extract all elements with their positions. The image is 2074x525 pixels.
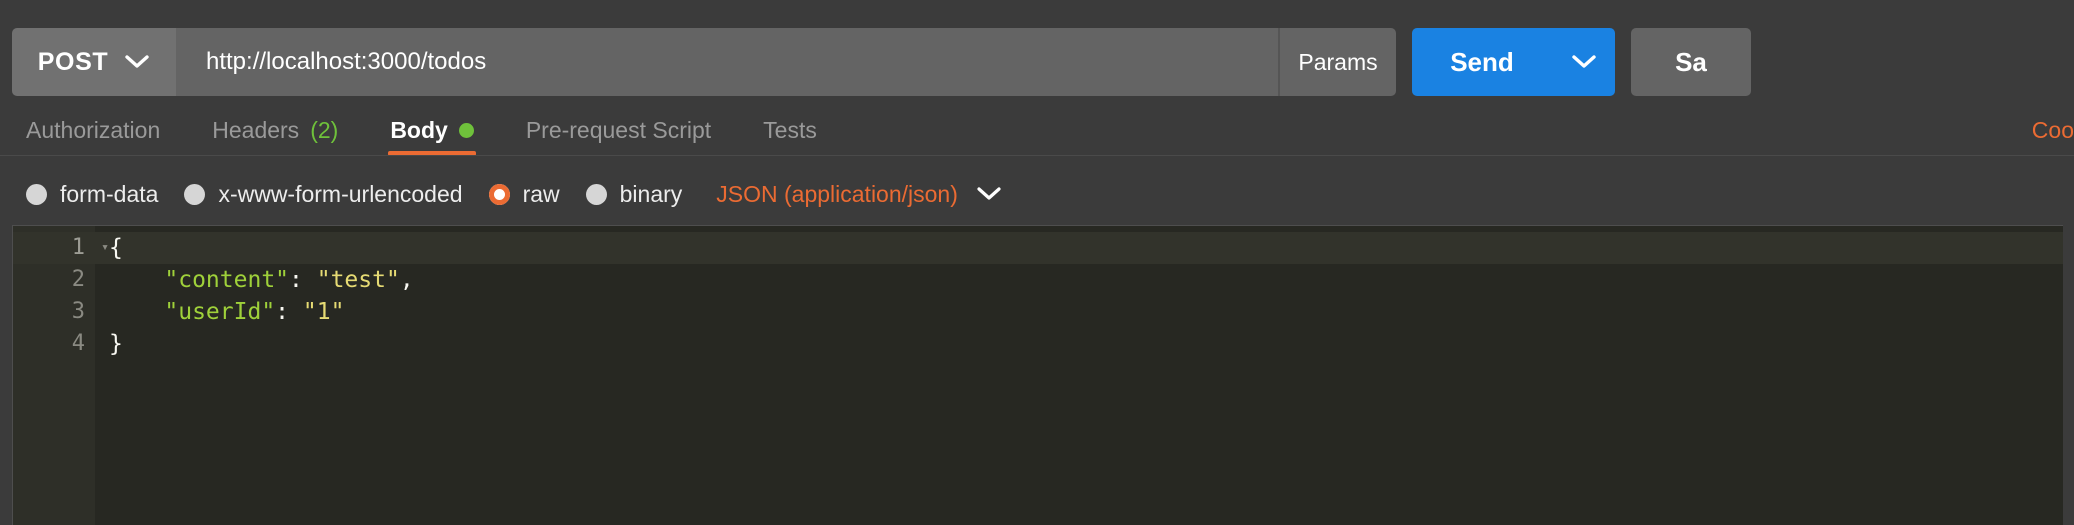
body-type-raw[interactable]: raw (488, 180, 560, 208)
send-button-label: Send (1450, 46, 1514, 77)
tab-label: Authorization (26, 116, 161, 143)
request-url-input[interactable]: http://localhost:3000/todos (176, 28, 1278, 96)
request-url-value: http://localhost:3000/todos (206, 48, 487, 75)
code-token-punct: { (109, 235, 123, 261)
content-type-label: JSON (application/json) (716, 180, 958, 207)
body-type-label: raw (522, 180, 560, 207)
chevron-down-icon (124, 54, 150, 70)
editor-code-line: { (95, 232, 2063, 264)
chevron-down-icon (976, 186, 1002, 202)
body-type-form-data[interactable]: form-data (26, 181, 158, 208)
editor-line-number: 2 (71, 267, 85, 292)
body-type-label: x-www-form-urlencoded (218, 180, 463, 207)
tab-label: Headers (212, 116, 300, 143)
code-token-key: "content" (109, 267, 290, 293)
http-method-dropdown[interactable]: POST (12, 28, 176, 96)
code-token-punct: : (275, 299, 303, 325)
cookies-label: Coo (2031, 116, 2074, 143)
tab-pre-request-script[interactable]: Pre-request Script (500, 104, 737, 156)
tab-label: Tests (763, 116, 817, 143)
body-type-binary[interactable]: binary (585, 180, 683, 208)
params-label: Params (1298, 48, 1378, 75)
chevron-down-icon (1571, 54, 1597, 70)
body-type-x-www-form-urlencoded[interactable]: x-www-form-urlencoded (184, 180, 463, 208)
request-tabs: Authorization Headers (2) Body Pre-reque… (0, 104, 2074, 156)
request-url-bar: POST http://localhost:3000/todos Params … (0, 28, 2074, 96)
code-token-punct: , (399, 267, 414, 293)
tab-headers[interactable]: Headers (2) (186, 104, 364, 156)
editor-line-number: 4 (71, 331, 85, 356)
tab-label: Pre-request Script (525, 116, 712, 143)
save-button[interactable]: Sa (1631, 28, 1751, 96)
editor-code-line: "content": "test", (95, 264, 2063, 296)
tab-body[interactable]: Body (364, 104, 500, 156)
request-builder-panel: POST http://localhost:3000/todos Params … (0, 0, 2074, 525)
content-type-dropdown[interactable]: JSON (application/json) (716, 181, 1002, 208)
radio-icon (184, 183, 206, 205)
code-token-str: "test" (316, 267, 400, 293)
http-method-label: POST (37, 47, 109, 76)
cookies-link[interactable]: Coo (2032, 104, 2074, 156)
chevron-down-small-icon[interactable]: ▾ (101, 232, 109, 264)
body-type-selector: form-data x-www-form-urlencoded raw bina… (0, 164, 2074, 224)
tab-tests[interactable]: Tests (737, 104, 843, 156)
body-filled-indicator-icon (458, 122, 474, 138)
tabs-divider (0, 155, 2074, 156)
tab-headers-count: (2) (310, 116, 339, 143)
editor-gutter: 1 ▾ 2 3 4 (13, 226, 109, 525)
tab-authorization[interactable]: Authorization (0, 104, 186, 156)
code-token-punct: } (109, 331, 123, 357)
code-token-str: "1" (302, 299, 345, 325)
editor-code-area[interactable]: { "content": "test", "userId": "1"} (95, 226, 2063, 525)
radio-selected-icon (488, 183, 510, 205)
body-type-label: form-data (60, 180, 159, 207)
body-type-label: binary (619, 180, 683, 207)
send-button[interactable]: Send (1412, 28, 1552, 96)
editor-code-line: } (95, 328, 2063, 360)
send-options-dropdown[interactable] (1552, 28, 1615, 96)
editor-code-line: "userId": "1" (95, 296, 2063, 328)
editor-line-number: 1 ▾ (13, 232, 109, 264)
code-token-key: "userId" (109, 299, 276, 325)
params-button[interactable]: Params (1278, 28, 1396, 96)
tab-label: Body (390, 116, 448, 143)
code-token-punct: : (289, 267, 317, 293)
request-body-editor[interactable]: 1 ▾ 2 3 4 { "content": "test", "userId": "1"… (12, 225, 2063, 525)
editor-line-number: 3 (71, 299, 85, 324)
radio-icon (585, 183, 607, 205)
radio-icon (26, 183, 47, 205)
save-button-label: Sa (1675, 46, 1707, 77)
